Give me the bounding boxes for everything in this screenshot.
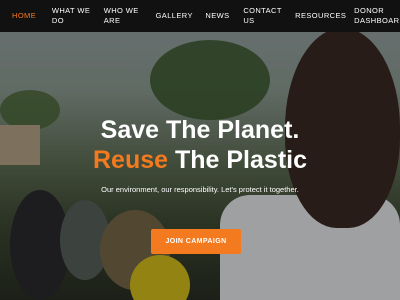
- hero-headline-line1: Save The Planet.: [100, 116, 300, 144]
- nav-item-home[interactable]: HOME: [0, 11, 46, 21]
- nav-item-who-we-are[interactable]: WHO WE ARE: [98, 6, 150, 26]
- nav-item-contact-us[interactable]: CONTACT US: [237, 6, 289, 26]
- nav-item-resources[interactable]: RESOURCES: [289, 11, 348, 21]
- hero-headline-accent: Reuse: [93, 146, 169, 174]
- nav-item-gallery[interactable]: GALLERY: [150, 11, 200, 21]
- nav-item-donor-dashboard[interactable]: DONOR DASHBOARD: [348, 6, 400, 26]
- main-navigation: HOME WHAT WE DO WHO WE ARE GALLERY NEWS …: [0, 0, 400, 32]
- hero-headline-line2: Reuse The Plastic: [0, 145, 400, 175]
- hero-tagline: Our environment, our responsibility. Let…: [101, 185, 299, 194]
- join-campaign-button[interactable]: JOIN CAMPAIGN: [151, 229, 241, 254]
- hero-headline-rest: The Plastic: [168, 146, 307, 174]
- nav-item-news[interactable]: NEWS: [199, 11, 237, 21]
- nav-item-what-we-do[interactable]: WHAT WE DO: [46, 6, 98, 26]
